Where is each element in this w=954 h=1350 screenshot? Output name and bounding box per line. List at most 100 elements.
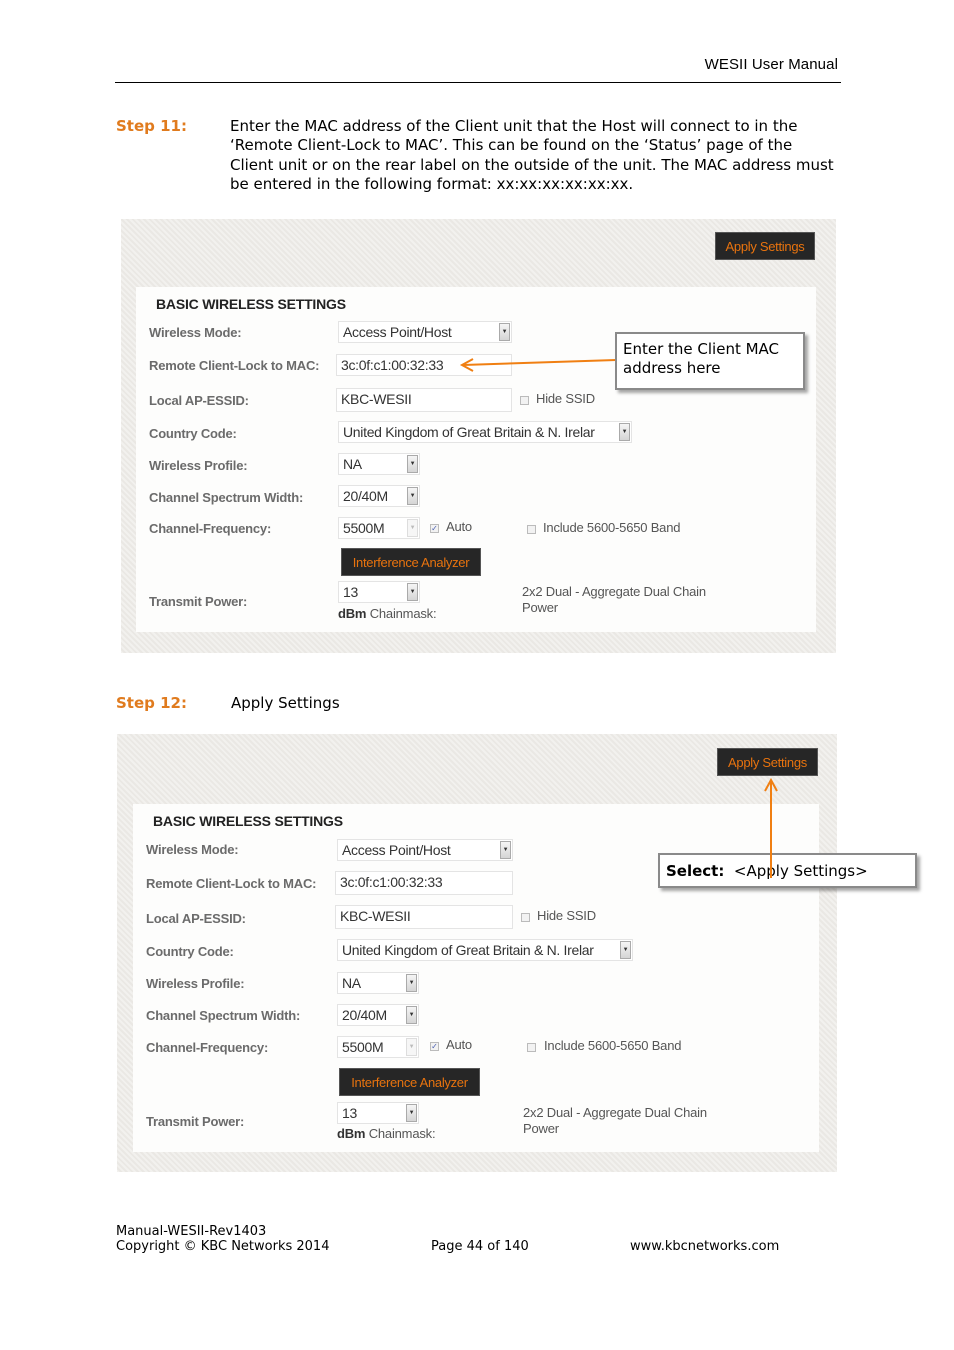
chainmask-value: 2x2 Dual - Aggregate Dual Chain Power <box>522 584 706 616</box>
wireless-profile-label: Wireless Profile: <box>146 976 245 991</box>
chevron-down-icon[interactable]: ▼ <box>620 941 631 959</box>
chainmask-label: Chainmask: <box>369 606 437 621</box>
wireless-profile-label: Wireless Profile: <box>149 458 248 473</box>
step-12-label: Step 12: <box>116 694 187 712</box>
apply-settings-button[interactable]: Apply Settings <box>717 748 818 776</box>
wireless-mode-value: Access Point/Host <box>343 324 452 340</box>
essid-value: KBC-WESII <box>341 391 412 407</box>
chevron-down-icon[interactable]: ▼ <box>406 1006 417 1024</box>
power-unit-text: dBm Chainmask: <box>337 1126 436 1142</box>
interference-analyzer-button[interactable]: Interference Analyzer <box>341 548 481 576</box>
chainmask-value: 2x2 Dual - Aggregate Dual Chain Power <box>523 1105 707 1137</box>
chevron-down-icon[interactable]: ▼ <box>407 519 418 537</box>
include-band-checkbox[interactable] <box>527 525 536 534</box>
header-divider <box>115 82 841 83</box>
power-unit: dBm <box>338 606 367 621</box>
auto-checkbox[interactable]: ✓ <box>430 1042 439 1051</box>
chevron-down-icon[interactable]: ▼ <box>619 423 630 441</box>
hide-ssid-checkbox[interactable] <box>520 396 529 405</box>
hide-ssid-label: Hide SSID <box>537 908 596 923</box>
chevron-down-icon[interactable]: ▼ <box>406 974 417 992</box>
footer-page-number: Page 44 of 140 <box>431 1239 529 1254</box>
channel-width-select[interactable]: 20/40M ▼ <box>338 485 420 507</box>
channel-width-label: Channel Spectrum Width: <box>146 1008 301 1023</box>
wireless-profile-value: NA <box>342 975 361 991</box>
remote-mac-input[interactable]: 3c:0f:c1:00:32:33 <box>336 354 512 376</box>
chevron-down-icon[interactable]: ▼ <box>499 323 510 341</box>
country-code-select[interactable]: United Kingdom of Great Britain & N. Ire… <box>337 939 633 961</box>
country-code-value: United Kingdom of Great Britain & N. Ire… <box>343 424 595 440</box>
auto-checkbox[interactable]: ✓ <box>430 524 439 533</box>
transmit-power-value: 13 <box>343 584 358 600</box>
document-title: WESII User Manual <box>704 56 838 73</box>
wireless-mode-select[interactable]: Access Point/Host ▼ <box>337 839 513 861</box>
essid-input[interactable]: KBC-WESII <box>335 905 513 929</box>
transmit-power-value: 13 <box>342 1105 357 1121</box>
chevron-down-icon[interactable]: ▼ <box>407 583 418 601</box>
channel-width-value: 20/40M <box>343 488 388 504</box>
chainmask-line-2: Power <box>522 600 558 615</box>
chainmask-line-2: Power <box>523 1121 559 1136</box>
hide-ssid-checkbox[interactable] <box>521 913 530 922</box>
include-band-checkbox[interactable] <box>527 1043 536 1052</box>
section-title: BASIC WIRELESS SETTINGS <box>156 296 346 312</box>
callout-line-1: Enter the Client MAC <box>623 340 780 358</box>
footer-doc-id: Manual-WESII-Rev1403 <box>116 1224 267 1239</box>
channel-frequency-select[interactable]: 5500M ▼ <box>337 1036 419 1058</box>
auto-label: Auto <box>446 519 472 534</box>
section-title: BASIC WIRELESS SETTINGS <box>153 813 343 829</box>
channel-width-label: Channel Spectrum Width: <box>149 490 304 505</box>
remote-mac-value: 3c:0f:c1:00:32:33 <box>341 357 444 373</box>
country-code-value: United Kingdom of Great Britain & N. Ire… <box>342 942 594 958</box>
footer-copyright: Copyright © KBC Networks 2014 <box>116 1239 330 1254</box>
include-band-label: Include 5600-5650 Band <box>543 520 681 535</box>
remote-mac-label: Remote Client-Lock to MAC: <box>146 876 317 891</box>
wireless-profile-select[interactable]: NA ▼ <box>338 453 420 475</box>
transmit-power-select[interactable]: 13 ▼ <box>337 1102 419 1124</box>
screenshot-step-11: Apply Settings BASIC WIRELESS SETTINGS W… <box>121 219 836 653</box>
country-code-select[interactable]: United Kingdom of Great Britain & N. Ire… <box>338 421 632 443</box>
interference-analyzer-button[interactable]: Interference Analyzer <box>339 1068 480 1096</box>
wireless-mode-label: Wireless Mode: <box>149 325 242 340</box>
apply-settings-button[interactable]: Apply Settings <box>715 232 815 260</box>
wireless-mode-value: Access Point/Host <box>342 842 451 858</box>
footer-website[interactable]: www.kbcnetworks.com <box>630 1239 779 1255</box>
chevron-down-icon[interactable]: ▼ <box>406 1038 417 1056</box>
country-code-label: Country Code: <box>149 426 237 441</box>
wireless-mode-label: Wireless Mode: <box>146 842 239 857</box>
essid-label: Local AP-ESSID: <box>149 393 249 408</box>
channel-frequency-value: 5500M <box>343 520 385 536</box>
channel-frequency-label: Channel-Frequency: <box>146 1040 269 1055</box>
channel-width-value: 20/40M <box>342 1007 387 1023</box>
essid-value: KBC-WESII <box>340 908 411 924</box>
country-code-label: Country Code: <box>146 944 234 959</box>
chevron-down-icon[interactable]: ▼ <box>406 1104 417 1122</box>
transmit-power-select[interactable]: 13 ▼ <box>338 581 420 603</box>
essid-label: Local AP-ESSID: <box>146 911 246 926</box>
essid-input[interactable]: KBC-WESII <box>336 388 512 412</box>
chainmask-line-1: 2x2 Dual - Aggregate Dual Chain <box>522 584 706 599</box>
callout-box: Enter the Client MAC address here <box>615 332 805 390</box>
wireless-profile-value: NA <box>343 456 362 472</box>
screenshot-step-12: Apply Settings BASIC WIRELESS SETTINGS W… <box>117 734 837 1172</box>
transmit-power-label: Transmit Power: <box>149 594 248 609</box>
power-unit-text: dBm Chainmask: <box>338 606 437 622</box>
chevron-down-icon[interactable]: ▼ <box>407 455 418 473</box>
chainmask-line-1: 2x2 Dual - Aggregate Dual Chain <box>523 1105 707 1120</box>
power-unit: dBm <box>337 1126 366 1141</box>
channel-frequency-select[interactable]: 5500M ▼ <box>338 517 420 539</box>
wireless-mode-select[interactable]: Access Point/Host ▼ <box>338 321 512 343</box>
chevron-down-icon[interactable]: ▼ <box>500 841 511 859</box>
step-11-label: Step 11: <box>116 117 187 135</box>
remote-mac-label: Remote Client-Lock to MAC: <box>149 358 320 373</box>
channel-width-select[interactable]: 20/40M ▼ <box>337 1004 419 1026</box>
channel-frequency-value: 5500M <box>342 1039 384 1055</box>
chainmask-label: Chainmask: <box>368 1126 436 1141</box>
remote-mac-input[interactable]: 3c:0f:c1:00:32:33 <box>335 871 513 895</box>
step-12-text: Apply Settings <box>231 694 340 712</box>
callout-line-2: address here <box>623 359 721 377</box>
channel-frequency-label: Channel-Frequency: <box>149 521 272 536</box>
remote-mac-value: 3c:0f:c1:00:32:33 <box>340 874 443 890</box>
wireless-profile-select[interactable]: NA ▼ <box>337 972 419 994</box>
chevron-down-icon[interactable]: ▼ <box>407 487 418 505</box>
